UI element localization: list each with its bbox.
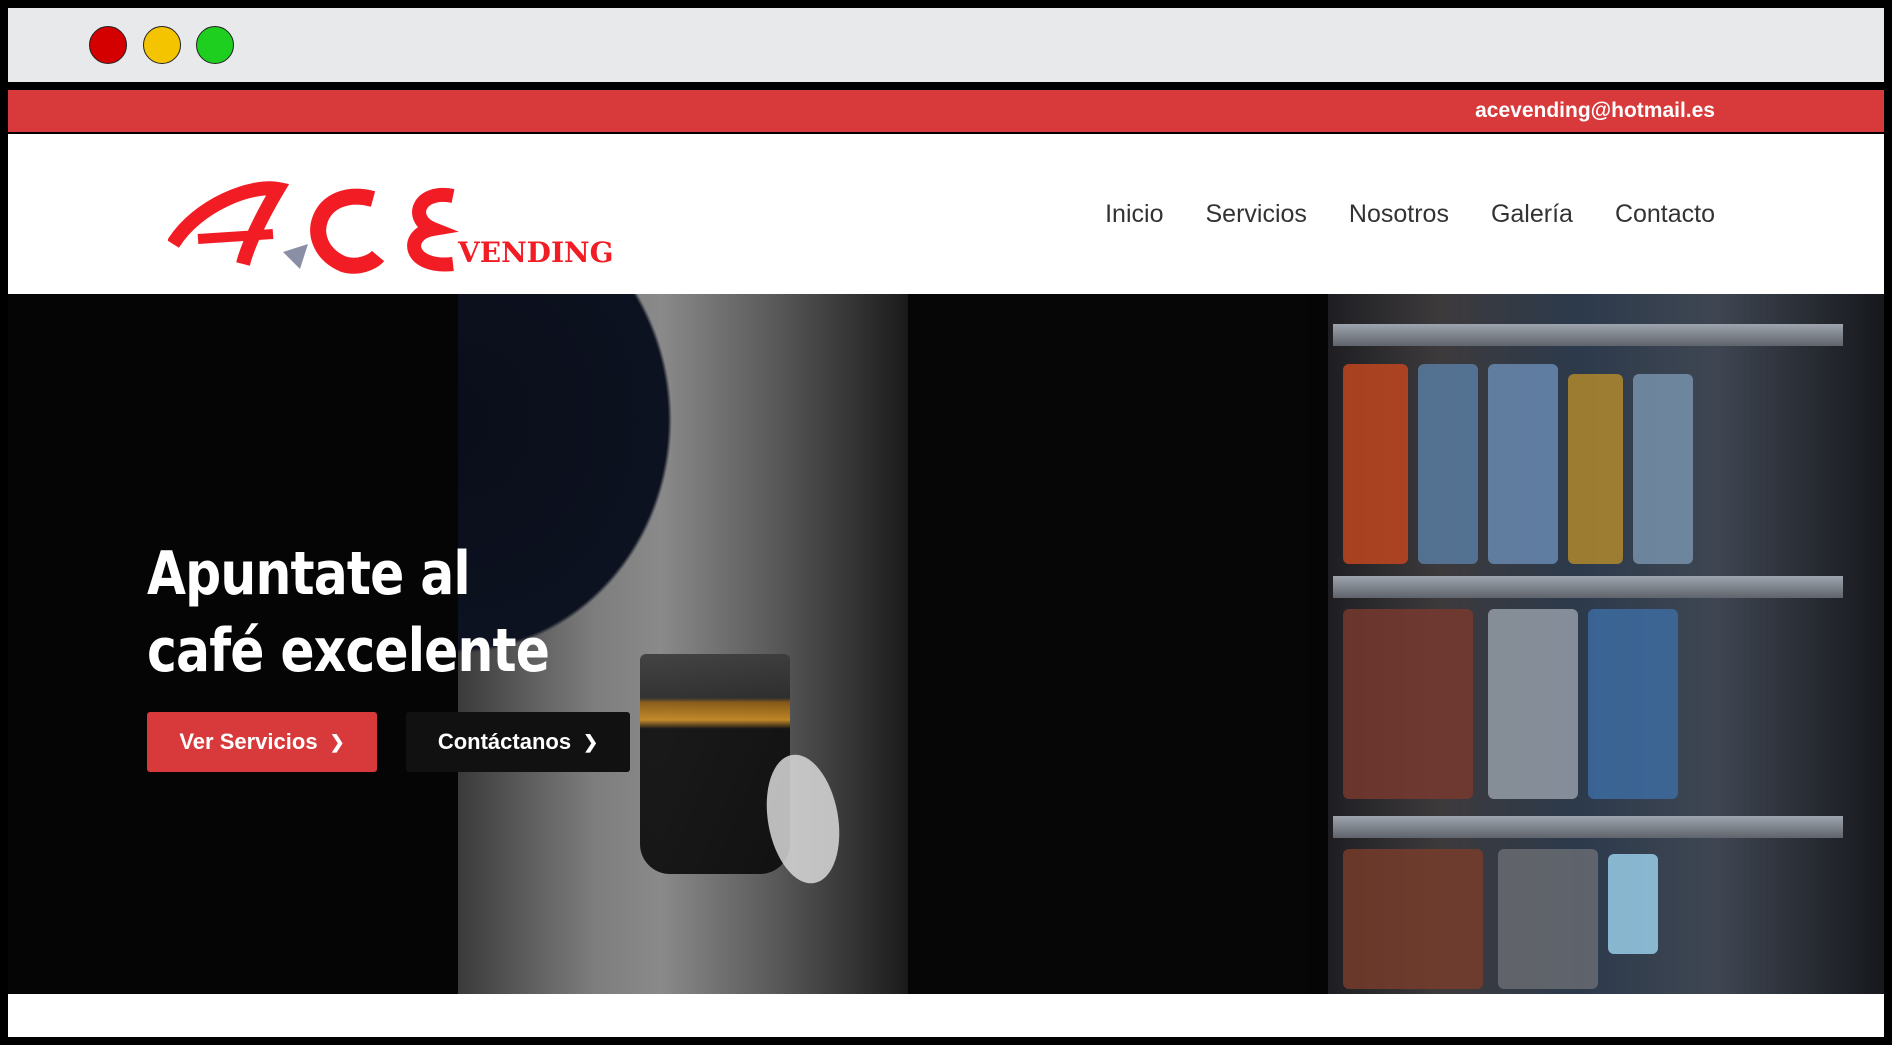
ver-servicios-label: Ver Servicios <box>179 729 318 754</box>
hero-title: Apuntate al café excelente <box>147 536 550 690</box>
nav-item-inicio[interactable]: Inicio <box>1105 200 1163 229</box>
chevron-right-icon: ❯ <box>329 731 345 752</box>
svg-text:VENDING: VENDING <box>457 236 614 269</box>
window-chrome <box>8 8 1884 82</box>
contactanos-button[interactable]: Contáctanos ❯ <box>406 712 630 772</box>
contactanos-label: Contáctanos <box>437 729 572 754</box>
ver-servicios-button[interactable]: Ver Servicios ❯ <box>147 712 377 772</box>
machine-dark-section <box>908 294 1308 994</box>
minimize-window-dot[interactable] <box>143 26 181 64</box>
site-header: VENDING Inicio Servicios Nosotros Galerí… <box>8 134 1884 294</box>
main-navigation: Inicio Servicios Nosotros Galería Contac… <box>1105 134 1715 294</box>
snack-item <box>1588 609 1678 799</box>
snack-item <box>1418 364 1478 564</box>
nav-item-nosotros[interactable]: Nosotros <box>1349 200 1449 229</box>
hero-banner: Apuntate al café excelente Ver Servicios… <box>8 294 1884 994</box>
snack-item <box>1498 849 1598 989</box>
site-logo[interactable]: VENDING <box>167 174 618 274</box>
snack-item <box>1343 364 1408 564</box>
email-link[interactable]: acevending@hotmail.es <box>1475 90 1715 132</box>
close-window-dot[interactable] <box>89 26 127 64</box>
vending-shelf <box>1333 324 1843 346</box>
top-contact-bar: acevending@hotmail.es <box>8 90 1884 132</box>
browser-frame: acevending@hotmail.es VENDING Inicio Ser… <box>8 8 1884 1037</box>
vending-shelf <box>1333 576 1843 598</box>
snack-item <box>1488 364 1558 564</box>
snack-item <box>1568 374 1623 564</box>
page-bottom-strip <box>8 994 1884 1037</box>
nav-item-contacto[interactable]: Contacto <box>1615 200 1715 229</box>
snack-item <box>1633 374 1693 564</box>
snack-item <box>1343 609 1473 799</box>
maximize-window-dot[interactable] <box>196 26 234 64</box>
snack-item <box>1608 854 1658 954</box>
vending-shelf <box>1333 816 1843 838</box>
hero-title-line-2: café excelente <box>147 616 550 686</box>
snack-item <box>1488 609 1578 799</box>
hero-title-line-1: Apuntate al <box>147 539 471 609</box>
nav-item-galeria[interactable]: Galería <box>1491 200 1573 229</box>
nav-item-servicios[interactable]: Servicios <box>1205 200 1306 229</box>
coffee-cup-image <box>640 654 790 874</box>
chevron-right-icon: ❯ <box>583 731 599 752</box>
ace-vending-logo-icon: VENDING <box>167 181 614 274</box>
snack-item <box>1343 849 1483 989</box>
